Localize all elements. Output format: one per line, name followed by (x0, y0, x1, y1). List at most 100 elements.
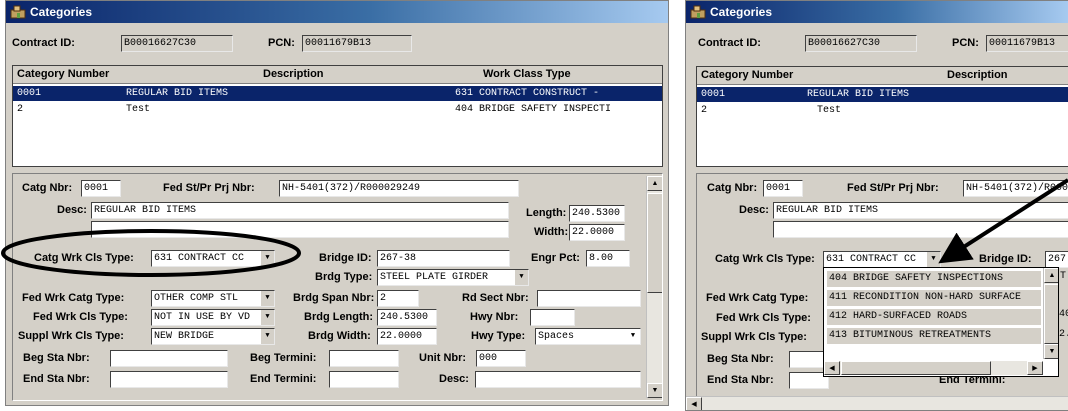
chevron-down-icon[interactable]: ▼ (926, 252, 940, 267)
end-sta-nbr-input[interactable] (110, 371, 228, 388)
beg-sta-nbr-input[interactable] (110, 350, 228, 367)
brdg-span-nbr-input[interactable]: 2 (377, 290, 419, 307)
catg-wrk-cls-type-label: Catg Wrk Cls Type: (34, 252, 134, 264)
hwy-nbr-label: Hwy Nbr: (470, 311, 519, 323)
pcn-field: 00011679B13 (302, 35, 412, 52)
table-row[interactable]: 0001 REGULAR BID ITEMS 631 CONTRACT CONS… (13, 86, 662, 101)
cell-category-number: 2 (17, 104, 24, 115)
cell-description: REGULAR BID ITEMS (126, 88, 229, 99)
cell-category-number: 0001 (17, 88, 42, 99)
header-category-number[interactable]: Category Number (701, 69, 793, 81)
chevron-down-icon[interactable]: ▼ (260, 291, 274, 306)
pcn-label: PCN: (952, 37, 979, 49)
chevron-down-icon[interactable]: ▼ (260, 251, 274, 266)
window-hscrollbar[interactable]: ◀ (686, 396, 1068, 410)
chevron-down-icon[interactable]: ▼ (626, 329, 640, 344)
dropdown-option[interactable]: 404 BRIDGE SAFETY INSPECTIONS (826, 270, 1042, 288)
length-input[interactable]: 240.5300 (569, 205, 625, 222)
hwy-nbr-input[interactable] (530, 309, 575, 326)
scroll-left-arrow-icon[interactable]: ◀ (824, 361, 840, 375)
suppl-wrk-cls-type-select[interactable]: NEW BRIDGE ▼ (151, 328, 275, 345)
chevron-down-icon[interactable]: ▼ (260, 310, 274, 325)
categories-window-right: Categories Contract ID: B00016627C30 PCN… (685, 0, 1068, 411)
catg-wrk-cls-type-dropdown-list[interactable]: 404 BRIDGE SAFETY INSPECTIONS 411 RECOND… (823, 267, 1059, 377)
desc-label: Desc: (57, 204, 87, 216)
desc-input[interactable]: REGULAR BID ITEMS (773, 202, 1068, 219)
dropdown-option[interactable]: 412 HARD-SURFACED ROADS (826, 308, 1042, 326)
brdg-length-input[interactable]: 240.5300 (377, 309, 437, 326)
desc-2-label: Desc: (439, 373, 469, 385)
detail-panel: Catg Nbr: 0001 Fed St/Pr Prj Nbr: NH-540… (696, 173, 1068, 405)
dropdown-hscrollbar[interactable]: ◀ ▶ (824, 361, 1043, 375)
table-row[interactable]: 0001 REGULAR BID ITEMS (697, 87, 1068, 102)
dropdown-scrollbar[interactable]: ▲ ▼ (1043, 268, 1058, 359)
dropdown-option[interactable]: 411 RECONDITION NON-HARD SURFACE (826, 289, 1042, 307)
fed-wrk-cls-type-select[interactable]: NOT IN USE BY VD ▼ (151, 309, 275, 326)
scroll-down-arrow-icon[interactable]: ▼ (1044, 344, 1058, 359)
header-description[interactable]: Description (263, 68, 324, 80)
chevron-down-icon[interactable]: ▼ (260, 329, 274, 344)
chevron-down-icon[interactable]: ▼ (514, 270, 528, 285)
category-grid[interactable]: Category Number Description Work Class T… (12, 65, 663, 167)
fed-wrk-catg-type-select[interactable]: OTHER COMP STL ▼ (151, 290, 275, 307)
fed-wrk-cls-type-label: Fed Wrk Cls Type: (33, 311, 128, 323)
desc-input[interactable]: REGULAR BID ITEMS (91, 202, 509, 219)
fed-prj-nbr-input[interactable]: NH-5401(372)/R000029249 (963, 180, 1068, 197)
scrollbar-thumb[interactable] (647, 193, 662, 293)
scroll-down-arrow-icon[interactable]: ▼ (647, 383, 662, 398)
bridge-id-label: Bridge ID: (319, 252, 372, 264)
table-row[interactable]: 2 Test (697, 103, 1068, 118)
beg-termini-input[interactable] (329, 350, 399, 367)
header-description[interactable]: Description (947, 69, 1008, 81)
scroll-right-arrow-icon[interactable]: ▶ (1027, 361, 1043, 375)
edge-text: 2. (1059, 329, 1068, 340)
cell-category-number: 0001 (701, 89, 726, 100)
catg-nbr-input[interactable]: 0001 (81, 180, 121, 197)
bridge-id-input[interactable]: 267-38 (377, 250, 510, 267)
scrollbar-thumb[interactable] (1044, 284, 1058, 344)
beg-sta-nbr-label: Beg Sta Nbr: (23, 352, 90, 364)
scroll-up-arrow-icon[interactable]: ▲ (647, 176, 662, 191)
header-work-class-type[interactable]: Work Class Type (483, 68, 571, 80)
dropdown-option[interactable]: 413 BITUMINOUS RETREATMENTS (826, 327, 1042, 345)
scroll-left-arrow-icon[interactable]: ◀ (686, 397, 702, 410)
bridge-id-input[interactable]: 267 (1045, 251, 1068, 268)
fed-prj-nbr-label: Fed St/Pr Prj Nbr: (163, 182, 255, 194)
brdg-span-nbr-label: Brdg Span Nbr: (293, 292, 375, 304)
hscrollbar-thumb[interactable] (841, 361, 991, 375)
desc-2-input[interactable] (475, 371, 641, 388)
unit-nbr-input[interactable]: 000 (476, 350, 526, 367)
catg-nbr-input[interactable]: 0001 (763, 180, 803, 197)
scroll-up-arrow-icon[interactable]: ▲ (1044, 268, 1058, 283)
rd-sect-nbr-label: Rd Sect Nbr: (462, 292, 529, 304)
desc-input-line2[interactable] (773, 221, 1068, 238)
detail-scrollbar[interactable]: ▲ ▼ (646, 176, 662, 398)
fed-prj-nbr-label: Fed St/Pr Prj Nbr: (847, 182, 939, 194)
contract-id-field: B00016627C30 (805, 35, 917, 52)
cell-work-class-type: 404 BRIDGE SAFETY INSPECTI (455, 104, 612, 115)
rd-sect-nbr-input[interactable] (537, 290, 641, 307)
cell-category-number: 2 (701, 105, 708, 116)
hwy-type-select[interactable]: Spaces ▼ (535, 328, 641, 345)
table-row[interactable]: 2 Test 404 BRIDGE SAFETY INSPECTI (13, 102, 662, 117)
desc-input-line2[interactable] (91, 221, 509, 238)
catg-wrk-cls-type-select[interactable]: 631 CONTRACT CC ▼ (823, 251, 941, 268)
cell-description: Test (126, 104, 151, 115)
catg-wrk-cls-type-select[interactable]: 631 CONTRACT CC ▼ (151, 250, 275, 267)
end-sta-nbr-label: End Sta Nbr: (707, 374, 774, 386)
detail-panel: Catg Nbr: 0001 Fed St/Pr Prj Nbr: NH-540… (12, 173, 663, 401)
end-termini-input[interactable] (329, 371, 399, 388)
pcn-field: 00011679B13 (986, 35, 1068, 52)
bridge-id-label: Bridge ID: (979, 253, 1032, 265)
category-grid[interactable]: Category Number Description 0001 REGULAR… (696, 66, 1068, 167)
catg-nbr-label: Catg Nbr: (707, 182, 758, 194)
width-input[interactable]: 22.0000 (569, 224, 625, 241)
engr-pct-input[interactable]: 8.00 (586, 250, 630, 267)
fed-prj-nbr-input[interactable]: NH-5401(372)/R000029249 (279, 180, 519, 197)
header-category-number[interactable]: Category Number (17, 68, 109, 80)
brdg-type-select[interactable]: STEEL PLATE GIRDER ▼ (377, 269, 529, 286)
edge-text: T (1060, 271, 1067, 282)
window-title: Categories (710, 5, 773, 19)
brdg-width-input[interactable]: 22.0000 (377, 328, 437, 345)
window-title: Categories (30, 5, 93, 19)
